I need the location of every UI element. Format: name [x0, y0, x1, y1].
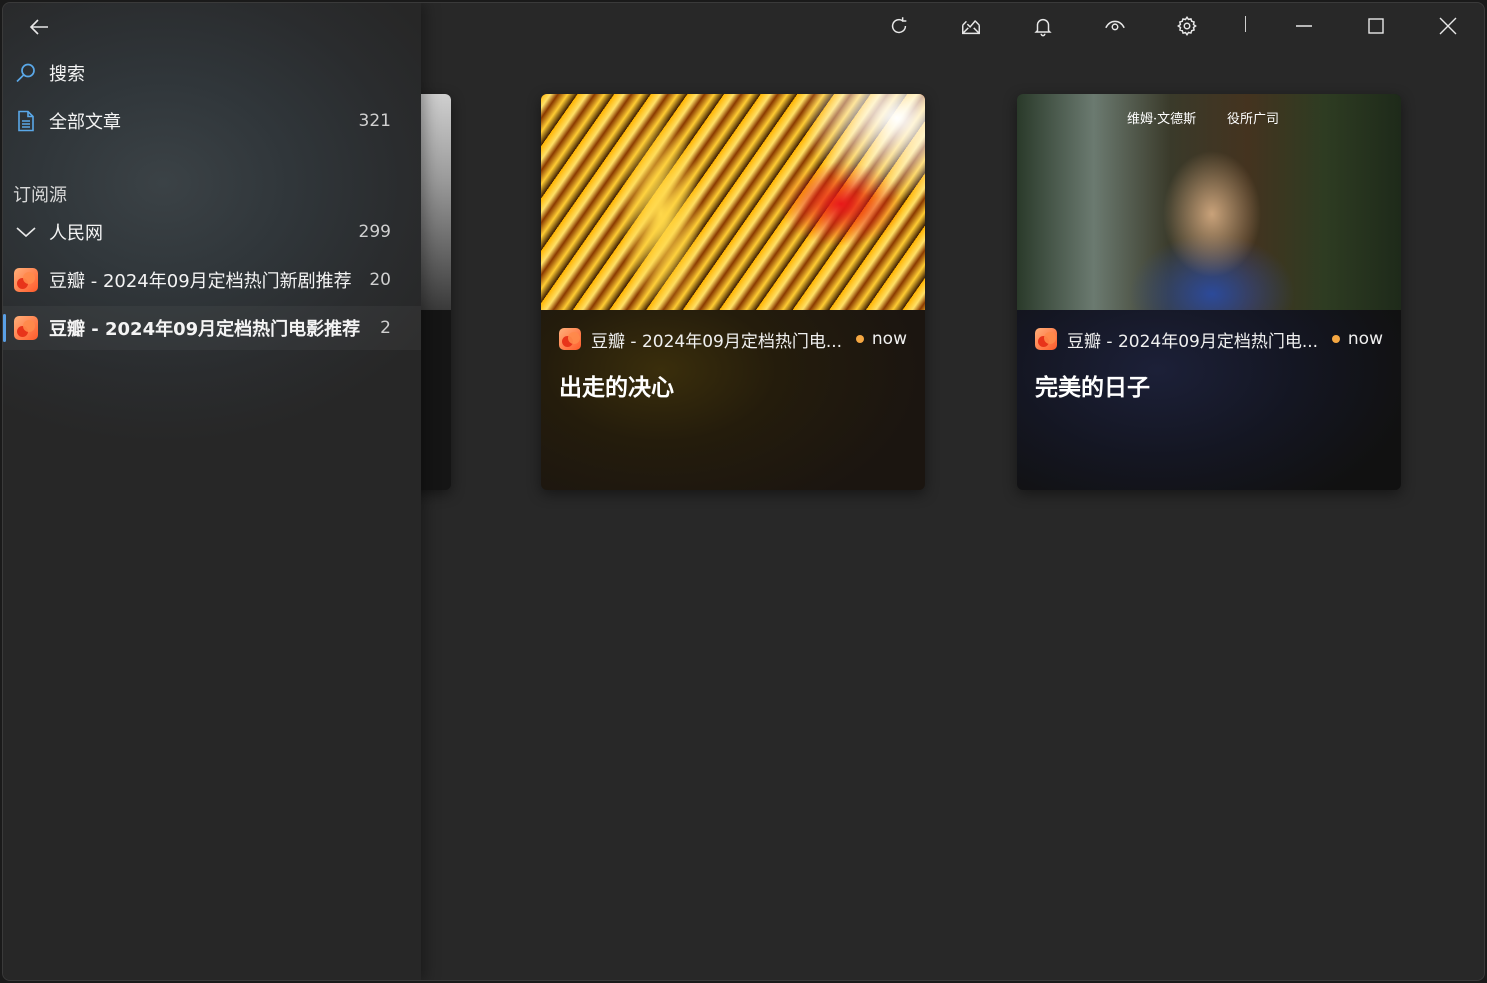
- douban-feed-icon: [1035, 328, 1057, 350]
- nav-feed-douban-tv[interactable]: 豆瓣 - 2024年09月定档热门新剧推荐 20: [3, 258, 421, 302]
- poster-text-director: 维姆·文德斯: [1127, 112, 1197, 127]
- app-window: 豆瓣 - 2024年09月定档热门电... now 出走的决心 维姆·文德斯 役…: [2, 2, 1485, 981]
- article-title: 出走的决心: [559, 375, 674, 401]
- unread-dot: [855, 335, 864, 343]
- article-card[interactable]: 豆瓣 - 2024年09月定档热门电... now 出走的决心: [541, 94, 925, 490]
- arrow-left-icon: [29, 19, 48, 35]
- article-source-row: 豆瓣 - 2024年09月定档热门电... now: [1035, 326, 1383, 352]
- nav-feed-label: 豆瓣 - 2024年09月定档热门新剧推荐: [49, 271, 352, 292]
- gear-icon: [1177, 16, 1197, 37]
- nav-group-count: 299: [358, 222, 391, 242]
- maximize-button[interactable]: [1340, 3, 1412, 49]
- close-icon: [1439, 17, 1457, 35]
- nav-feed-label: 豆瓣 - 2024年09月定档热门电影推荐: [49, 319, 361, 340]
- refresh-icon: [891, 17, 907, 34]
- document-icon: [13, 108, 39, 134]
- article-time: now: [871, 329, 907, 349]
- nav-group-label: 人民网: [49, 223, 103, 244]
- douban-feed-icon: [13, 315, 39, 341]
- view-button[interactable]: [1079, 3, 1151, 49]
- article-card[interactable]: 维姆·文德斯 役所广司 豆瓣 - 2024年09月定档热门电... now 完美…: [1017, 94, 1401, 490]
- maximize-icon: [1368, 18, 1384, 34]
- nav-group-renmin[interactable]: 人民网 299: [3, 210, 421, 254]
- poster-text-actor: 役所广司: [1227, 112, 1280, 127]
- eye-icon: [1105, 20, 1125, 31]
- nav-feed-douban-movie[interactable]: 豆瓣 - 2024年09月定档热门电影推荐 2: [3, 306, 421, 350]
- nav-all-articles-count: 321: [358, 111, 391, 131]
- minimize-icon: [1296, 25, 1312, 27]
- back-button[interactable]: [19, 11, 59, 43]
- article-meta: 豆瓣 - 2024年09月定档热门电... now 出走的决心: [541, 310, 925, 490]
- douban-feed-icon: [13, 267, 39, 293]
- notifications-button[interactable]: [1007, 3, 1079, 49]
- article-thumbnail: [541, 94, 925, 310]
- article-source-name: 豆瓣 - 2024年09月定档热门电...: [591, 331, 843, 352]
- search-icon: [13, 60, 39, 86]
- article-time: now: [1347, 329, 1383, 349]
- article-thumbnail: 维姆·文德斯 役所广司: [1017, 94, 1401, 310]
- article-title: 完美的日子: [1035, 375, 1150, 401]
- nav-all-articles[interactable]: 全部文章 321: [3, 99, 421, 143]
- chevron-down-icon[interactable]: [13, 219, 39, 245]
- settings-button[interactable]: [1151, 3, 1223, 49]
- nav-feed-count: 20: [369, 270, 391, 290]
- unread-dot: [1331, 335, 1340, 343]
- nav-all-articles-label: 全部文章: [49, 112, 121, 133]
- article-source-row: 豆瓣 - 2024年09月定档热门电... now: [559, 326, 907, 352]
- article-source-name: 豆瓣 - 2024年09月定档热门电...: [1067, 331, 1319, 352]
- bell-icon: [1034, 18, 1052, 37]
- close-button[interactable]: [1412, 3, 1484, 49]
- article-meta: 豆瓣 - 2024年09月定档热门电... now 完美的日子: [1017, 310, 1401, 490]
- mark-all-read-button[interactable]: [935, 3, 1007, 49]
- title-bar: [863, 3, 1484, 49]
- subscriptions-heading: 订阅源: [13, 185, 67, 206]
- minimize-button[interactable]: [1268, 3, 1340, 49]
- nav-search[interactable]: 搜索: [3, 51, 421, 95]
- douban-feed-icon: [559, 328, 581, 350]
- mark-read-icon: [962, 20, 980, 35]
- nav-feed-count: 2: [380, 318, 391, 338]
- refresh-button[interactable]: [863, 3, 935, 49]
- toolbar-separator: [1245, 16, 1246, 32]
- navigation-pane: 搜索 全部文章 321 订阅源 人民网 299 豆瓣 - 2024年09月定档热…: [3, 3, 421, 980]
- nav-search-label: 搜索: [49, 64, 85, 85]
